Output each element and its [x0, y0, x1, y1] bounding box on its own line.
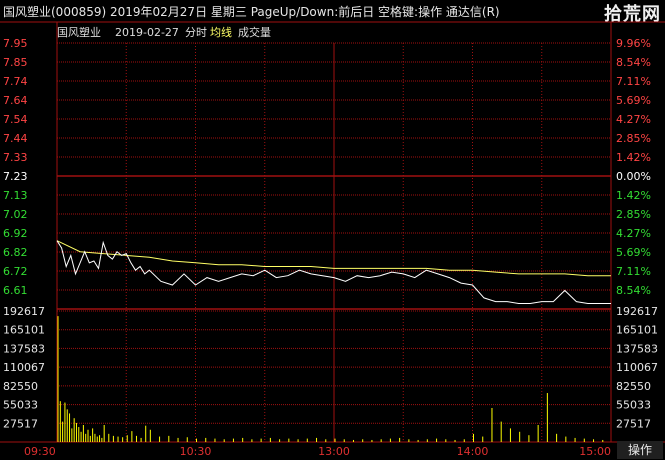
percent-tick-label: 7.11% — [616, 75, 651, 88]
percent-tick-label: 9.96% — [616, 37, 651, 50]
volume-tick-label: 192617 — [616, 305, 658, 318]
percent-tick-label: 4.27% — [616, 227, 651, 240]
volume-tick-label: 192617 — [3, 305, 45, 318]
percent-tick-label: 8.54% — [616, 284, 651, 297]
percent-tick-label: 2.85% — [616, 132, 651, 145]
volume-tick-label: 82550 — [3, 380, 38, 393]
time-tick-label: 10:30 — [180, 445, 212, 458]
legend-stock-name: 国风塑业 — [57, 25, 101, 39]
price-tick-label: 7.44 — [3, 132, 28, 145]
legend-mode: 分时 — [185, 26, 207, 39]
price-tick-label: 6.72 — [3, 265, 28, 278]
percent-tick-label: 8.54% — [616, 56, 651, 69]
chart-legend: 国风塑业 2019-02-27 分时 均线 成交量 — [57, 25, 271, 39]
price-axis: 7.95 7.85 7.74 7.64 7.54 7.44 7.33 7.23 7.13 7.02… — [3, 37, 28, 297]
percent-axis: 9.96% 8.54% 7.11% 5.69% 4.27% 2.85% 1.42% 0.00%… — [616, 37, 651, 297]
price-tick-label: 6.82 — [3, 246, 28, 259]
volume-tick-label: 137583 — [3, 342, 45, 355]
time-tick-label: 13:00 — [318, 445, 350, 458]
price-tick-label: 7.23 — [3, 170, 28, 183]
volume-tick-label: 165101 — [3, 324, 45, 337]
volume-tick-label: 165101 — [616, 324, 658, 337]
time-axis: 09:30 10:30 13:00 14:00 15:00 — [24, 445, 611, 458]
volume-tick-label: 110067 — [3, 361, 45, 374]
volume-tick-label: 55033 — [3, 399, 38, 412]
time-tick-label: 09:30 — [24, 445, 56, 458]
price-tick-label: 6.61 — [3, 284, 28, 297]
time-tick-label: 15:00 — [579, 445, 611, 458]
percent-tick-label: 4.27% — [616, 113, 651, 126]
time-tick-label: 14:00 — [457, 445, 489, 458]
intraday-chart[interactable]: 7.95 7.85 7.74 7.64 7.54 7.44 7.33 7.23 7.13 7.02… — [0, 0, 665, 460]
price-tick-label: 7.74 — [3, 75, 28, 88]
volume-tick-label: 110067 — [616, 361, 658, 374]
volume-tick-label: 27517 — [3, 417, 38, 430]
percent-tick-label: 7.11% — [616, 265, 651, 278]
price-tick-label: 7.85 — [3, 56, 28, 69]
volume-tick-label: 137583 — [616, 342, 658, 355]
chart-grid — [0, 21, 665, 443]
volume-tick-label: 55033 — [616, 399, 651, 412]
legend-avg-line: 均线 — [210, 25, 232, 39]
price-tick-label: 6.92 — [3, 227, 28, 240]
legend-volume: 成交量 — [238, 25, 271, 39]
legend-date: 2019-02-27 — [115, 26, 179, 39]
price-tick-label: 7.02 — [3, 208, 28, 221]
price-tick-label: 7.13 — [3, 189, 28, 202]
percent-tick-label: 5.69% — [616, 246, 651, 259]
price-tick-label: 7.95 — [3, 37, 28, 50]
price-tick-label: 7.33 — [3, 151, 28, 164]
percent-tick-label: 1.42% — [616, 189, 651, 202]
percent-tick-label: 5.69% — [616, 94, 651, 107]
volume-tick-label: 27517 — [616, 417, 651, 430]
percent-tick-label: 1.42% — [616, 151, 651, 164]
price-tick-label: 7.64 — [3, 94, 28, 107]
volume-tick-label: 82550 — [616, 380, 651, 393]
percent-tick-label: 0.00% — [616, 170, 651, 183]
operate-button[interactable]: 操作 — [617, 441, 663, 459]
percent-tick-label: 2.85% — [616, 208, 651, 221]
price-tick-label: 7.54 — [3, 113, 28, 126]
